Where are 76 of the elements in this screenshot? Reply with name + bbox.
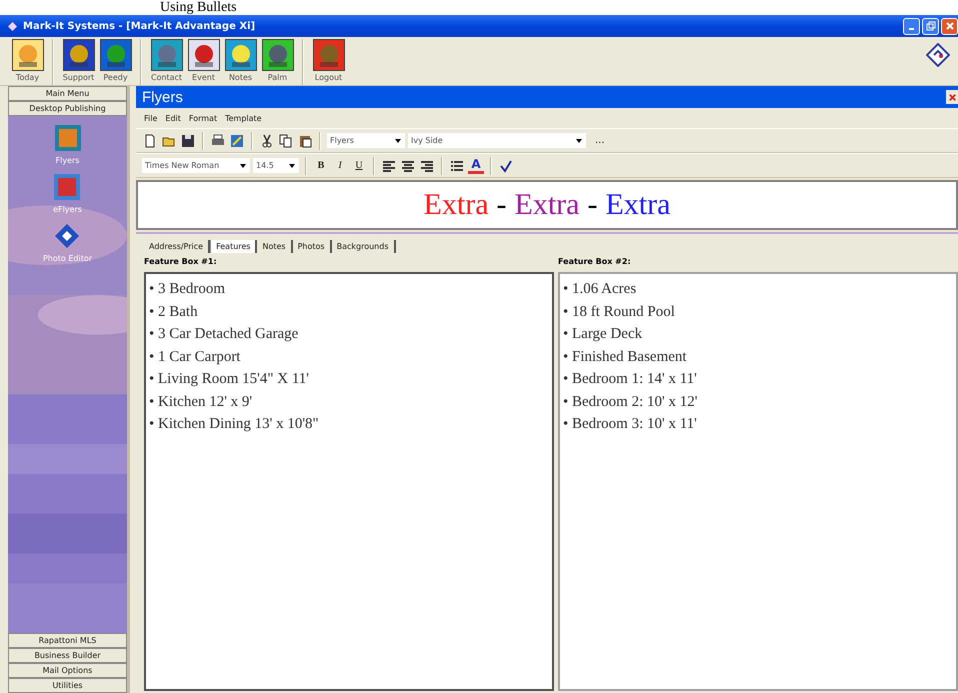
tab[interactable]: Photos bbox=[292, 240, 332, 253]
close-icon bbox=[944, 21, 954, 31]
tab[interactable]: Notes bbox=[257, 240, 293, 253]
copy-icon[interactable] bbox=[278, 132, 294, 148]
disk-icon[interactable] bbox=[180, 132, 196, 148]
headline-word: Extra bbox=[514, 188, 580, 222]
toolbar-button[interactable]: Logout bbox=[311, 39, 346, 82]
tab[interactable]: Features bbox=[210, 240, 258, 253]
headline-word: - bbox=[496, 188, 507, 222]
dropdown-arrow-icon bbox=[575, 136, 583, 144]
window-title: Mark-It Systems - [Mark-It Advantage Xi] bbox=[23, 20, 256, 32]
sidebar-section[interactable]: Main Menu bbox=[8, 86, 127, 101]
minimize-button[interactable] bbox=[903, 18, 920, 34]
bullet-line: • 3 Bedroom bbox=[149, 280, 226, 299]
dropdown-arrow-icon bbox=[239, 162, 247, 170]
document-title: Flyers bbox=[142, 88, 183, 106]
diamond-icon bbox=[8, 22, 17, 30]
size-dropdown[interactable]: 14.5 bbox=[253, 158, 299, 173]
style-dropdown[interactable]: Ivy Side bbox=[408, 133, 586, 148]
bullet-line: • 1 Car Carport bbox=[149, 348, 242, 366]
bullet-line: • Bedroom 1: 14' x 11' bbox=[563, 370, 698, 389]
sidebar-section[interactable]: Desktop Publishing bbox=[8, 101, 127, 116]
italic-button[interactable]: I bbox=[332, 158, 348, 174]
bullet-line: • 2 Bath bbox=[149, 302, 199, 322]
menu-item[interactable]: File bbox=[144, 114, 158, 122]
text-area[interactable]: • 1.06 Acres • 18 ft Round Pool • Large Deck • Finished Basement • Bedroom 1: 14' x 11' • Bedroom 2: 10' x 12' • Bedroom 3: 10' x 11' bbox=[558, 272, 958, 691]
close-icon bbox=[948, 92, 956, 102]
close-button[interactable] bbox=[946, 90, 958, 104]
restore-icon bbox=[926, 21, 936, 31]
menu-item[interactable]: Edit bbox=[165, 114, 181, 122]
underline-button[interactable]: U bbox=[351, 158, 367, 174]
sidebar-section[interactable]: Utilities bbox=[8, 678, 127, 693]
close-button[interactable] bbox=[941, 18, 958, 34]
toolbar-button[interactable]: Contact bbox=[149, 39, 184, 82]
dropdown-arrow-icon bbox=[394, 136, 402, 144]
caption-text: Using Bullets bbox=[0, 0, 958, 15]
text-area[interactable]: • 3 Bedroom • 2 Bath • 3 Car Detached Garage • 1 Car Carport • Living Room 15'4" X 11' • Kitchen 12' x 9' • Kitchen Dining 13' x 10'8" bbox=[144, 272, 554, 691]
toolbar-button[interactable]: Event bbox=[186, 39, 221, 82]
field-label: Feature Box #1: bbox=[144, 256, 218, 268]
headline-field[interactable]: Extra - Extra - Extra bbox=[136, 180, 958, 230]
sidebar-section[interactable]: Rapattoni MLS bbox=[8, 633, 127, 648]
toolbar-button[interactable]: Peedy bbox=[98, 39, 133, 82]
menu-item[interactable]: Format bbox=[188, 114, 218, 122]
dropdown-arrow-icon bbox=[288, 162, 296, 170]
bullet-line: • Finished Basement bbox=[563, 348, 688, 366]
toolbar-button[interactable]: Support bbox=[61, 39, 96, 82]
font-dropdown[interactable]: Times New Roman bbox=[142, 158, 250, 173]
sidebar-section[interactable]: Business Builder bbox=[8, 648, 127, 663]
toolbar-button[interactable]: Notes bbox=[223, 39, 258, 82]
field-label: Feature Box #2: bbox=[558, 256, 632, 268]
headline-word: Extra bbox=[424, 188, 489, 222]
bullet-line: • 3 Car Detached Garage bbox=[149, 325, 300, 344]
menu-item[interactable]: Template bbox=[225, 114, 262, 122]
minimize-icon bbox=[909, 28, 914, 30]
font-color-button[interactable]: A bbox=[468, 157, 484, 174]
restore-button[interactable] bbox=[922, 18, 939, 34]
sidebar-section[interactable]: Mail Options bbox=[8, 663, 127, 678]
toolbar-button[interactable]: Today bbox=[10, 39, 45, 82]
bullet-line: • Kitchen Dining 13' x 10'8" bbox=[149, 415, 320, 434]
bullet-line: • Bedroom 3: 10' x 11' bbox=[563, 415, 698, 434]
more-button[interactable]: ... bbox=[595, 135, 605, 146]
bullet-line: • 18 ft Round Pool bbox=[563, 302, 676, 322]
logo-icon bbox=[926, 43, 950, 67]
bullet-line: • Bedroom 2: 10' x 12' bbox=[563, 392, 698, 412]
checkmark-icon[interactable] bbox=[498, 158, 514, 174]
template-dropdown[interactable]: Flyers bbox=[327, 133, 405, 148]
bullet-line: • 1.06 Acres bbox=[563, 280, 638, 299]
headline-word: Extra bbox=[605, 188, 670, 222]
tab[interactable]: Backgrounds bbox=[332, 240, 396, 253]
bullet-line: • Living Room 15'4" X 11' bbox=[149, 370, 310, 389]
bullet-line: • Large Deck bbox=[563, 325, 644, 344]
pencil-icon[interactable] bbox=[229, 132, 245, 148]
toolbar-button[interactable]: Palm bbox=[260, 39, 295, 82]
bullet-line: • Kitchen 12' x 9' bbox=[149, 392, 254, 412]
bold-button[interactable]: B bbox=[313, 158, 329, 174]
headline-word: - bbox=[587, 188, 598, 222]
